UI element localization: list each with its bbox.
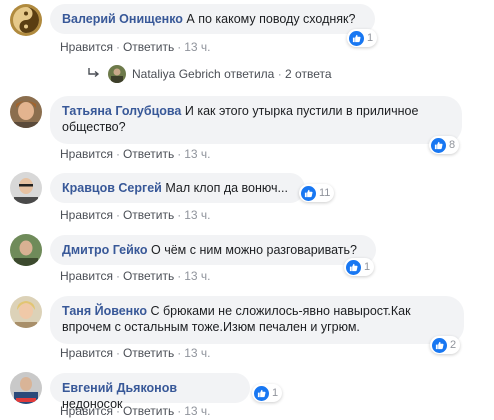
avatar[interactable] xyxy=(10,372,42,404)
separator: · xyxy=(277,67,282,81)
reaction-number: 1 xyxy=(367,32,374,44)
reaction-number: 11 xyxy=(319,187,331,199)
separator: · xyxy=(115,147,120,161)
reply-count[interactable]: 2 ответа xyxy=(285,67,331,81)
comment-text: А по какому поводу сходняк? xyxy=(186,12,356,26)
comment-bubble: Таня Йовенко С брюками не сложилось-явно… xyxy=(50,296,464,344)
reaction-count[interactable]: 1 xyxy=(252,384,283,402)
reaction-count[interactable]: 11 xyxy=(299,184,335,202)
like-thumb-icon xyxy=(254,385,269,401)
timestamp[interactable]: 13 ч. xyxy=(184,40,210,54)
separator: · xyxy=(177,346,182,360)
reaction-number: 2 xyxy=(450,339,457,351)
avatar[interactable] xyxy=(10,296,42,328)
separator: · xyxy=(177,40,182,54)
comment-bubble: Евгений Дьяконов недоносок xyxy=(50,373,250,411)
like-link[interactable]: Нравится xyxy=(60,147,113,161)
reply-author[interactable]: Nataliya Gebrich xyxy=(132,67,221,81)
comment-actions: Нравится · Ответить · 13 ч. xyxy=(60,208,211,222)
separator: · xyxy=(115,346,120,360)
avatar[interactable] xyxy=(108,65,126,83)
comment-bubble: Татьяна Голубцова И как этого утырка пус… xyxy=(50,96,462,144)
like-thumb-icon xyxy=(346,259,361,275)
comment-text: О чём с ним можно разговаривать? xyxy=(151,243,357,257)
timestamp[interactable]: 13 ч. xyxy=(184,269,210,283)
like-thumb-icon xyxy=(432,337,447,353)
like-link[interactable]: Нравится xyxy=(60,404,113,418)
comment-actions: Нравится · Ответить · 13 ч. xyxy=(60,147,211,161)
comment-author[interactable]: Дмитро Гейко xyxy=(62,243,148,257)
reply-link[interactable]: Ответить xyxy=(123,404,174,418)
comment-bubble: Дмитро Гейко О чём с ним можно разговари… xyxy=(50,235,376,265)
reply-link[interactable]: Ответить xyxy=(123,346,174,360)
comment-actions: Нравится · Ответить · 13 ч. xyxy=(60,40,211,54)
timestamp[interactable]: 13 ч. xyxy=(184,208,210,222)
reply-link[interactable]: Ответить xyxy=(123,208,174,222)
comment-actions: Нравится · Ответить · 13 ч. xyxy=(60,346,211,360)
separator: · xyxy=(115,269,120,283)
avatar[interactable] xyxy=(10,4,42,36)
like-link[interactable]: Нравится xyxy=(60,269,113,283)
like-thumb-icon xyxy=(431,137,446,153)
reaction-number: 1 xyxy=(272,387,279,399)
reply-verb: ответила xyxy=(224,67,275,81)
reply-link[interactable]: Ответить xyxy=(123,40,174,54)
avatar[interactable] xyxy=(10,172,42,204)
like-thumb-icon xyxy=(349,30,364,46)
separator: · xyxy=(177,269,182,283)
separator: · xyxy=(115,404,120,418)
like-thumb-icon xyxy=(301,185,316,201)
timestamp[interactable]: 13 ч. xyxy=(184,346,210,360)
comment-author[interactable]: Татьяна Голубцова xyxy=(62,104,181,118)
separator: · xyxy=(177,147,182,161)
like-link[interactable]: Нравится xyxy=(60,346,113,360)
separator: · xyxy=(177,208,182,222)
like-link[interactable]: Нравится xyxy=(60,40,113,54)
comment-author[interactable]: Таня Йовенко xyxy=(62,304,147,318)
reaction-count[interactable]: 8 xyxy=(429,136,460,154)
reply-link[interactable]: Ответить xyxy=(123,147,174,161)
timestamp[interactable]: 13 ч. xyxy=(184,404,210,418)
comment-author[interactable]: Валерий Онищенко xyxy=(62,12,183,26)
reply-arrow-icon xyxy=(88,67,100,81)
timestamp[interactable]: 13 ч. xyxy=(184,147,210,161)
reaction-count[interactable]: 1 xyxy=(344,258,375,276)
separator: · xyxy=(115,40,120,54)
comment-bubble: Кравцов Сергей Мал клоп да вонюч... xyxy=(50,173,305,203)
separator: · xyxy=(177,404,182,418)
avatar[interactable] xyxy=(10,234,42,266)
reaction-count[interactable]: 1 xyxy=(347,29,378,47)
comment-text: Мал клоп да вонюч... xyxy=(165,181,288,195)
reply-link[interactable]: Ответить xyxy=(123,269,174,283)
comment-bubble: Валерий Онищенко А по какому поводу сход… xyxy=(50,4,375,34)
reaction-number: 1 xyxy=(364,261,371,273)
reaction-count[interactable]: 2 xyxy=(430,336,461,354)
comment-author[interactable]: Кравцов Сергей xyxy=(62,181,162,195)
separator: · xyxy=(115,208,120,222)
comment-author[interactable]: Евгений Дьяконов xyxy=(62,381,177,395)
replies-summary[interactable]: Nataliya Gebrich ответила · 2 ответа xyxy=(88,65,332,83)
comment-actions: Нравится · Ответить · 13 ч. xyxy=(60,404,211,418)
like-link[interactable]: Нравится xyxy=(60,208,113,222)
reaction-number: 8 xyxy=(449,139,456,151)
avatar[interactable] xyxy=(10,96,42,128)
comment-actions: Нравится · Ответить · 13 ч. xyxy=(60,269,211,283)
